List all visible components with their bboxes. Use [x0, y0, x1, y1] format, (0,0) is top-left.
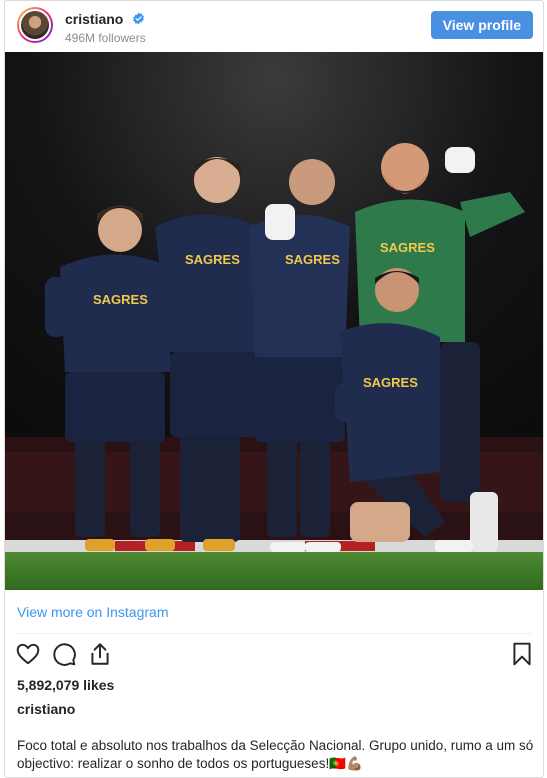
comment-icon[interactable] [51, 641, 77, 667]
shirt-logo-text: SAGRES [93, 292, 148, 307]
avatar-image [19, 9, 51, 41]
caption-username[interactable]: cristiano [17, 701, 75, 717]
action-bar [5, 641, 543, 671]
shirt-logo-text: SAGRES [285, 252, 340, 267]
shirt-logo-text: SAGRES [363, 375, 418, 390]
follower-count: 496M followers [65, 31, 146, 45]
user-info: cristiano 496M followers [65, 10, 146, 45]
avatar[interactable] [17, 7, 53, 43]
heart-icon[interactable] [15, 641, 41, 667]
verified-badge-icon [132, 12, 144, 25]
like-count[interactable]: 5,892,079 likes [17, 677, 114, 693]
post-header: cristiano 496M followers View profile [5, 1, 543, 51]
share-icon[interactable] [87, 641, 113, 667]
shirt-logo-text: SAGRES [380, 240, 435, 255]
post-photo[interactable]: SAGRES SAGRES SAGRES SAGRES SAGRES [5, 52, 543, 590]
caption-text: Foco total e absoluto nos trabalhos da S… [17, 738, 534, 771]
divider [17, 633, 531, 634]
view-profile-button[interactable]: View profile [430, 11, 533, 39]
instagram-embed-card: cristiano 496M followers View profile SA… [4, 0, 544, 778]
bookmark-icon[interactable] [509, 641, 535, 667]
shirt-logo-text: SAGRES [185, 252, 240, 267]
view-more-link[interactable]: View more on Instagram [17, 604, 168, 620]
team-photo-illustration: SAGRES SAGRES SAGRES SAGRES SAGRES [5, 52, 543, 590]
username[interactable]: cristiano [65, 11, 123, 27]
